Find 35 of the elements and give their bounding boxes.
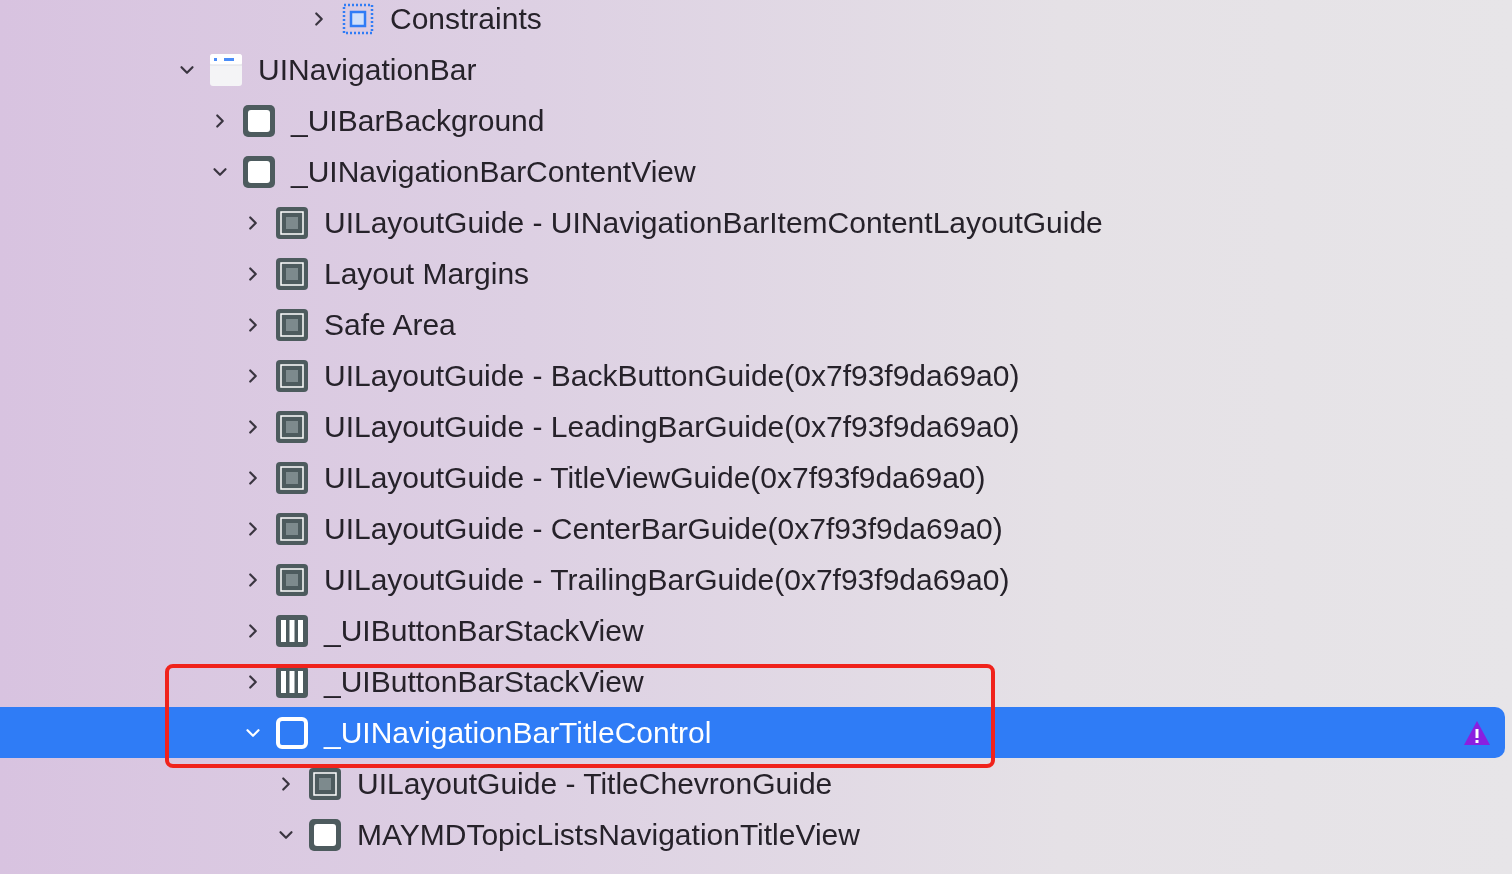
node-label[interactable]: UILayoutGuide - BackButtonGuide(0x7f93f9da69a0): [324, 358, 1020, 393]
node-label[interactable]: UILayoutGuide - UINavigationBarItemContentLayoutGuide: [324, 205, 1103, 240]
square-icon: [276, 716, 308, 749]
node-label[interactable]: Safe Area: [324, 307, 456, 342]
nested-square-icon: [276, 410, 308, 443]
nested-square-icon: [309, 767, 341, 800]
square-icon: [243, 104, 275, 137]
node-label[interactable]: Constraints: [390, 1, 542, 36]
columns-icon: [276, 614, 308, 647]
node-label[interactable]: MAYMDTopicListsNavigationTitleView: [357, 817, 860, 852]
nested-square-icon: [276, 359, 308, 392]
nested-square-icon: [276, 206, 308, 239]
square-icon: [243, 155, 275, 188]
nested-square-icon: [276, 563, 308, 596]
node-label[interactable]: Layout Margins: [324, 256, 530, 291]
nested-square-icon: [276, 257, 308, 290]
node-label[interactable]: UILayoutGuide - LeadingBarGuide(0x7f93f9da69a0): [324, 409, 1020, 444]
node-label[interactable]: UILayoutGuide - TitleViewGuide(0x7f93f9da69a0): [324, 460, 986, 495]
node-label[interactable]: UILayoutGuide - CenterBarGuide(0x7f93f9da69a0): [324, 511, 1003, 546]
selected-tree-row[interactable]: _UINavigationBarTitleControl: [0, 707, 1505, 758]
node-label: _UINavigationBarTitleControl: [324, 715, 712, 750]
node-label[interactable]: _UIButtonBarStackView: [324, 664, 644, 699]
node-label[interactable]: _UIBarBackground: [291, 103, 545, 138]
nested-square-icon: [276, 308, 308, 341]
node-label[interactable]: UILayoutGuide - TrailingBarGuide(0x7f93f9da69a0): [324, 562, 1010, 597]
node-label[interactable]: UILayoutGuide - TitleChevronGuide: [357, 766, 833, 801]
square-icon: [309, 818, 341, 851]
nested-square-icon: [276, 512, 308, 545]
node-label[interactable]: _UINavigationBarContentView: [291, 154, 696, 189]
node-label[interactable]: _UIButtonBarStackView: [324, 613, 644, 648]
nested-square-icon: [276, 461, 308, 494]
warning-icon[interactable]: [1463, 719, 1491, 746]
navigation-bar-icon: [210, 53, 242, 86]
dotted-square-icon: [342, 2, 374, 35]
node-label[interactable]: UINavigationBar: [258, 52, 477, 87]
